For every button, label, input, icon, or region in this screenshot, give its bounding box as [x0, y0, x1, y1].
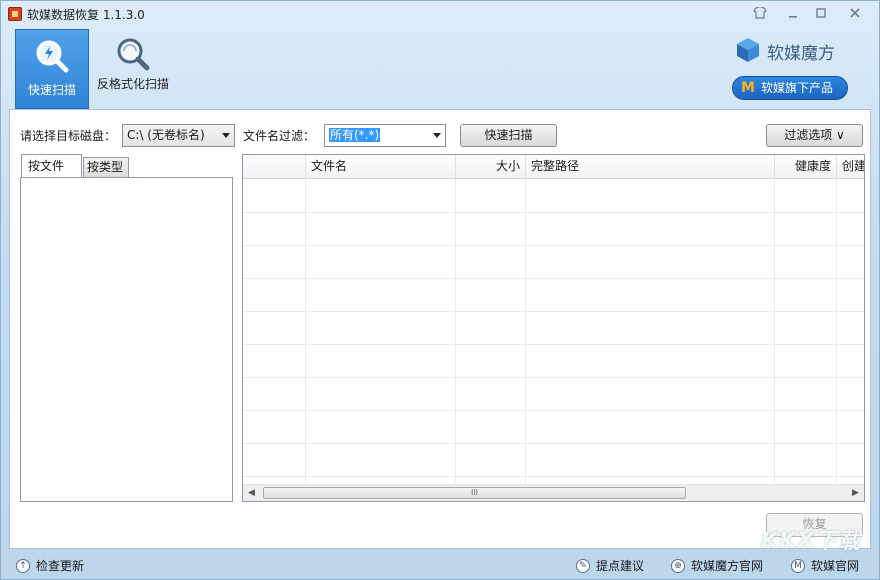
file-list[interactable]: 文件名 大小 完整路径 健康度 创建 ◀ III ▶	[242, 154, 865, 502]
folder-tree[interactable]	[20, 177, 233, 502]
arrow-up-icon: ↑	[16, 559, 30, 573]
m-logo-icon: M	[741, 80, 755, 96]
grid-divider	[525, 179, 526, 483]
scroll-thumb-grip: III	[471, 488, 478, 497]
maximize-icon[interactable]	[812, 7, 830, 23]
grid-divider	[774, 179, 775, 483]
disk-select[interactable]: C:\ (无卷标名)	[122, 124, 235, 147]
scan-button[interactable]: 快速扫描	[460, 124, 557, 147]
filter-label: 文件名过滤：	[243, 127, 315, 144]
skin-icon[interactable]	[751, 7, 769, 23]
watermark: KKX下载	[761, 523, 861, 555]
mofang-site-label: 软媒魔方官网	[691, 557, 763, 575]
column-header-size[interactable]: 大小	[455, 155, 525, 179]
suggest-link[interactable]: ✎ 提点建议	[576, 557, 656, 575]
column-header-path[interactable]: 完整路径	[525, 155, 774, 179]
chevron-down-icon	[222, 133, 230, 138]
grid-divider	[455, 179, 456, 483]
column-header-created[interactable]: 创建	[836, 155, 865, 179]
ruanmei-site-label: 软媒官网	[811, 557, 859, 575]
mofang-site-link[interactable]: ⊕ 软媒魔方官网	[671, 557, 771, 575]
title-bar: 软媒数据恢复 1.1.3.0	[1, 1, 879, 29]
format-scan-tool[interactable]: 反格式化扫描	[93, 29, 173, 109]
m-logo-icon: M	[791, 559, 805, 573]
scroll-thumb[interactable]: III	[263, 487, 686, 499]
horizontal-scrollbar[interactable]: ◀ III ▶	[243, 484, 864, 501]
grid-divider	[305, 179, 306, 483]
format-scan-icon	[113, 35, 153, 75]
filter-options-button[interactable]: 过滤选项 ∨	[766, 124, 863, 147]
disk-select-value: C:\ (无卷标名)	[127, 128, 205, 142]
globe-icon: ⊕	[671, 559, 685, 573]
brand-name: 软媒魔方	[767, 39, 835, 64]
grid-row-line	[243, 245, 864, 246]
status-bar: ↑ 检查更新 ✎ 提点建议 ⊕ 软媒魔方官网 M 软媒官网	[1, 553, 879, 579]
grid-row-line	[243, 410, 864, 411]
grid-row-line	[243, 377, 864, 378]
suggest-label: 提点建议	[596, 557, 644, 575]
cube-icon	[735, 37, 761, 63]
app-icon	[8, 7, 22, 21]
check-update-link[interactable]: ↑ 检查更新	[16, 557, 106, 575]
products-button-label: 软媒旗下产品	[761, 81, 833, 95]
quick-scan-label: 快速扫描	[16, 82, 88, 98]
grid-row-line	[243, 344, 864, 345]
column-header-filename[interactable]: 文件名	[305, 155, 455, 179]
grid-row-line	[243, 476, 864, 477]
tab-by-folder[interactable]: 按文件夹	[21, 154, 82, 178]
minimize-icon[interactable]	[784, 7, 802, 23]
filter-select-value: 所有(*.*)	[329, 128, 380, 142]
app-window: 软媒数据恢复 1.1.3.0 快速扫描 反格式化扫描	[0, 0, 880, 580]
window-title: 软媒数据恢复 1.1.3.0	[27, 6, 145, 23]
disk-label: 请选择目标磁盘：	[20, 127, 116, 144]
pen-icon: ✎	[576, 559, 590, 573]
filter-select[interactable]: 所有(*.*)	[324, 124, 446, 147]
grid-row-line	[243, 443, 864, 444]
format-scan-label: 反格式化扫描	[93, 76, 173, 92]
grid-row-line	[243, 278, 864, 279]
column-header-check[interactable]	[243, 155, 305, 179]
grid-row-line	[243, 212, 864, 213]
scroll-left-icon[interactable]: ◀	[243, 485, 260, 501]
chevron-down-icon	[433, 133, 441, 138]
scroll-right-icon[interactable]: ▶	[847, 485, 864, 501]
close-icon[interactable]	[846, 7, 864, 23]
quick-scan-tool[interactable]: 快速扫描	[15, 29, 89, 109]
grid-divider	[836, 179, 837, 483]
quick-scan-icon	[32, 36, 72, 76]
grid-row-line	[243, 311, 864, 312]
file-list-header: 文件名 大小 完整路径 健康度 创建	[243, 155, 864, 179]
products-button[interactable]: M 软媒旗下产品	[732, 76, 848, 100]
tab-by-type[interactable]: 按类型	[83, 157, 129, 178]
ruanmei-site-link[interactable]: M 软媒官网	[791, 557, 871, 575]
column-header-health[interactable]: 健康度	[774, 155, 836, 179]
check-update-label: 检查更新	[36, 557, 84, 575]
